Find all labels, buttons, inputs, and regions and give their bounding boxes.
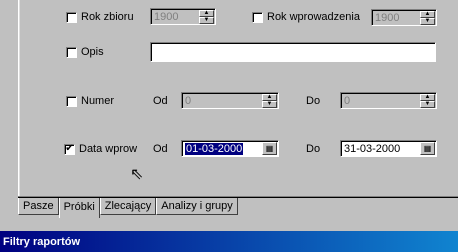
rok-zbioru-checkbox[interactable] <box>66 11 77 23</box>
numer-od-spinbox[interactable]: 0 ▲ ▼ <box>181 92 279 109</box>
rok-wprowadzenia-spinner[interactable]: ▲ ▼ <box>420 11 435 25</box>
tab-strip: Pasze Próbki Zlecający Analizy i grupy <box>18 198 238 218</box>
opis-checkbox-row[interactable]: Opis <box>66 46 104 58</box>
data-wprow-do-label: Do <box>306 143 321 155</box>
numer-do-value: 0 <box>344 94 351 107</box>
spin-down-icon[interactable]: ▼ <box>420 18 435 25</box>
data-wprow-od-value: 01-03-2000 <box>185 142 244 155</box>
numer-checkbox[interactable] <box>66 95 77 107</box>
rok-zbioru-label: Rok zbioru <box>81 11 134 23</box>
opis-checkbox[interactable] <box>66 46 77 58</box>
data-wprow-od-datepicker[interactable]: 01-03-2000 ▦ <box>181 140 279 157</box>
numer-od-spinner[interactable]: ▲ ▼ <box>262 94 277 108</box>
spin-down-icon[interactable]: ▼ <box>199 17 214 24</box>
numer-od-label: Od <box>153 95 168 107</box>
numer-do-label: Do <box>306 95 321 107</box>
window-title-bar[interactable]: Filtry raportów <box>0 231 458 252</box>
rok-zbioru-value: 1900 <box>154 10 179 23</box>
rok-wprowadzenia-checkbox[interactable] <box>252 11 263 23</box>
data-wprow-od-label: Od <box>153 143 168 155</box>
data-wprow-do-value: 31-03-2000 <box>344 142 401 155</box>
opis-label: Opis <box>81 46 104 58</box>
spin-up-icon[interactable]: ▲ <box>262 94 277 101</box>
tab-probki[interactable]: Próbki <box>58 198 100 218</box>
data-wprow-checkbox-row[interactable]: ✔ Data wprow <box>64 143 137 155</box>
panel-border-left-inner <box>19 0 20 196</box>
tab-zlecajacy[interactable]: Zlecający <box>99 198 157 215</box>
rok-wprowadzenia-checkbox-row[interactable]: Rok wprowadzenia <box>252 11 360 23</box>
window-title: Filtry raportów <box>3 235 81 248</box>
mouse-cursor-icon: ⇖ <box>130 166 144 183</box>
spin-up-icon[interactable]: ▲ <box>199 10 214 17</box>
tab-analizy-i-grupy[interactable]: Analizy i grupy <box>156 198 238 215</box>
data-wprow-checkbox[interactable]: ✔ <box>64 143 75 155</box>
rok-wprowadzenia-spinbox[interactable]: 1900 ▲ ▼ <box>371 9 437 26</box>
numer-label: Numer <box>81 95 115 107</box>
spin-down-icon[interactable]: ▼ <box>420 101 435 108</box>
numer-do-spinbox[interactable]: 0 ▲ ▼ <box>340 92 437 109</box>
spin-up-icon[interactable]: ▲ <box>420 11 435 18</box>
rok-wprowadzenia-label: Rok wprowadzenia <box>267 11 360 23</box>
calendar-icon[interactable]: ▦ <box>262 142 277 155</box>
numer-od-value: 0 <box>185 94 192 107</box>
numer-checkbox-row[interactable]: Numer <box>66 95 114 107</box>
spin-down-icon[interactable]: ▼ <box>262 101 277 108</box>
numer-do-spinner[interactable]: ▲ ▼ <box>420 94 435 108</box>
rok-wprowadzenia-value: 1900 <box>375 11 400 24</box>
data-wprow-do-datepicker[interactable]: 31-03-2000 ▦ <box>340 140 437 157</box>
rok-zbioru-spinner[interactable]: ▲ ▼ <box>199 10 214 24</box>
rok-zbioru-spinbox[interactable]: 1900 ▲ ▼ <box>150 8 216 25</box>
spin-up-icon[interactable]: ▲ <box>420 94 435 101</box>
data-wprow-label: Data wprow <box>79 143 138 155</box>
opis-input[interactable] <box>150 42 436 62</box>
calendar-icon[interactable]: ▦ <box>420 142 435 155</box>
rok-zbioru-checkbox-row[interactable]: Rok zbioru <box>66 11 134 23</box>
tab-pasze[interactable]: Pasze <box>18 198 59 215</box>
